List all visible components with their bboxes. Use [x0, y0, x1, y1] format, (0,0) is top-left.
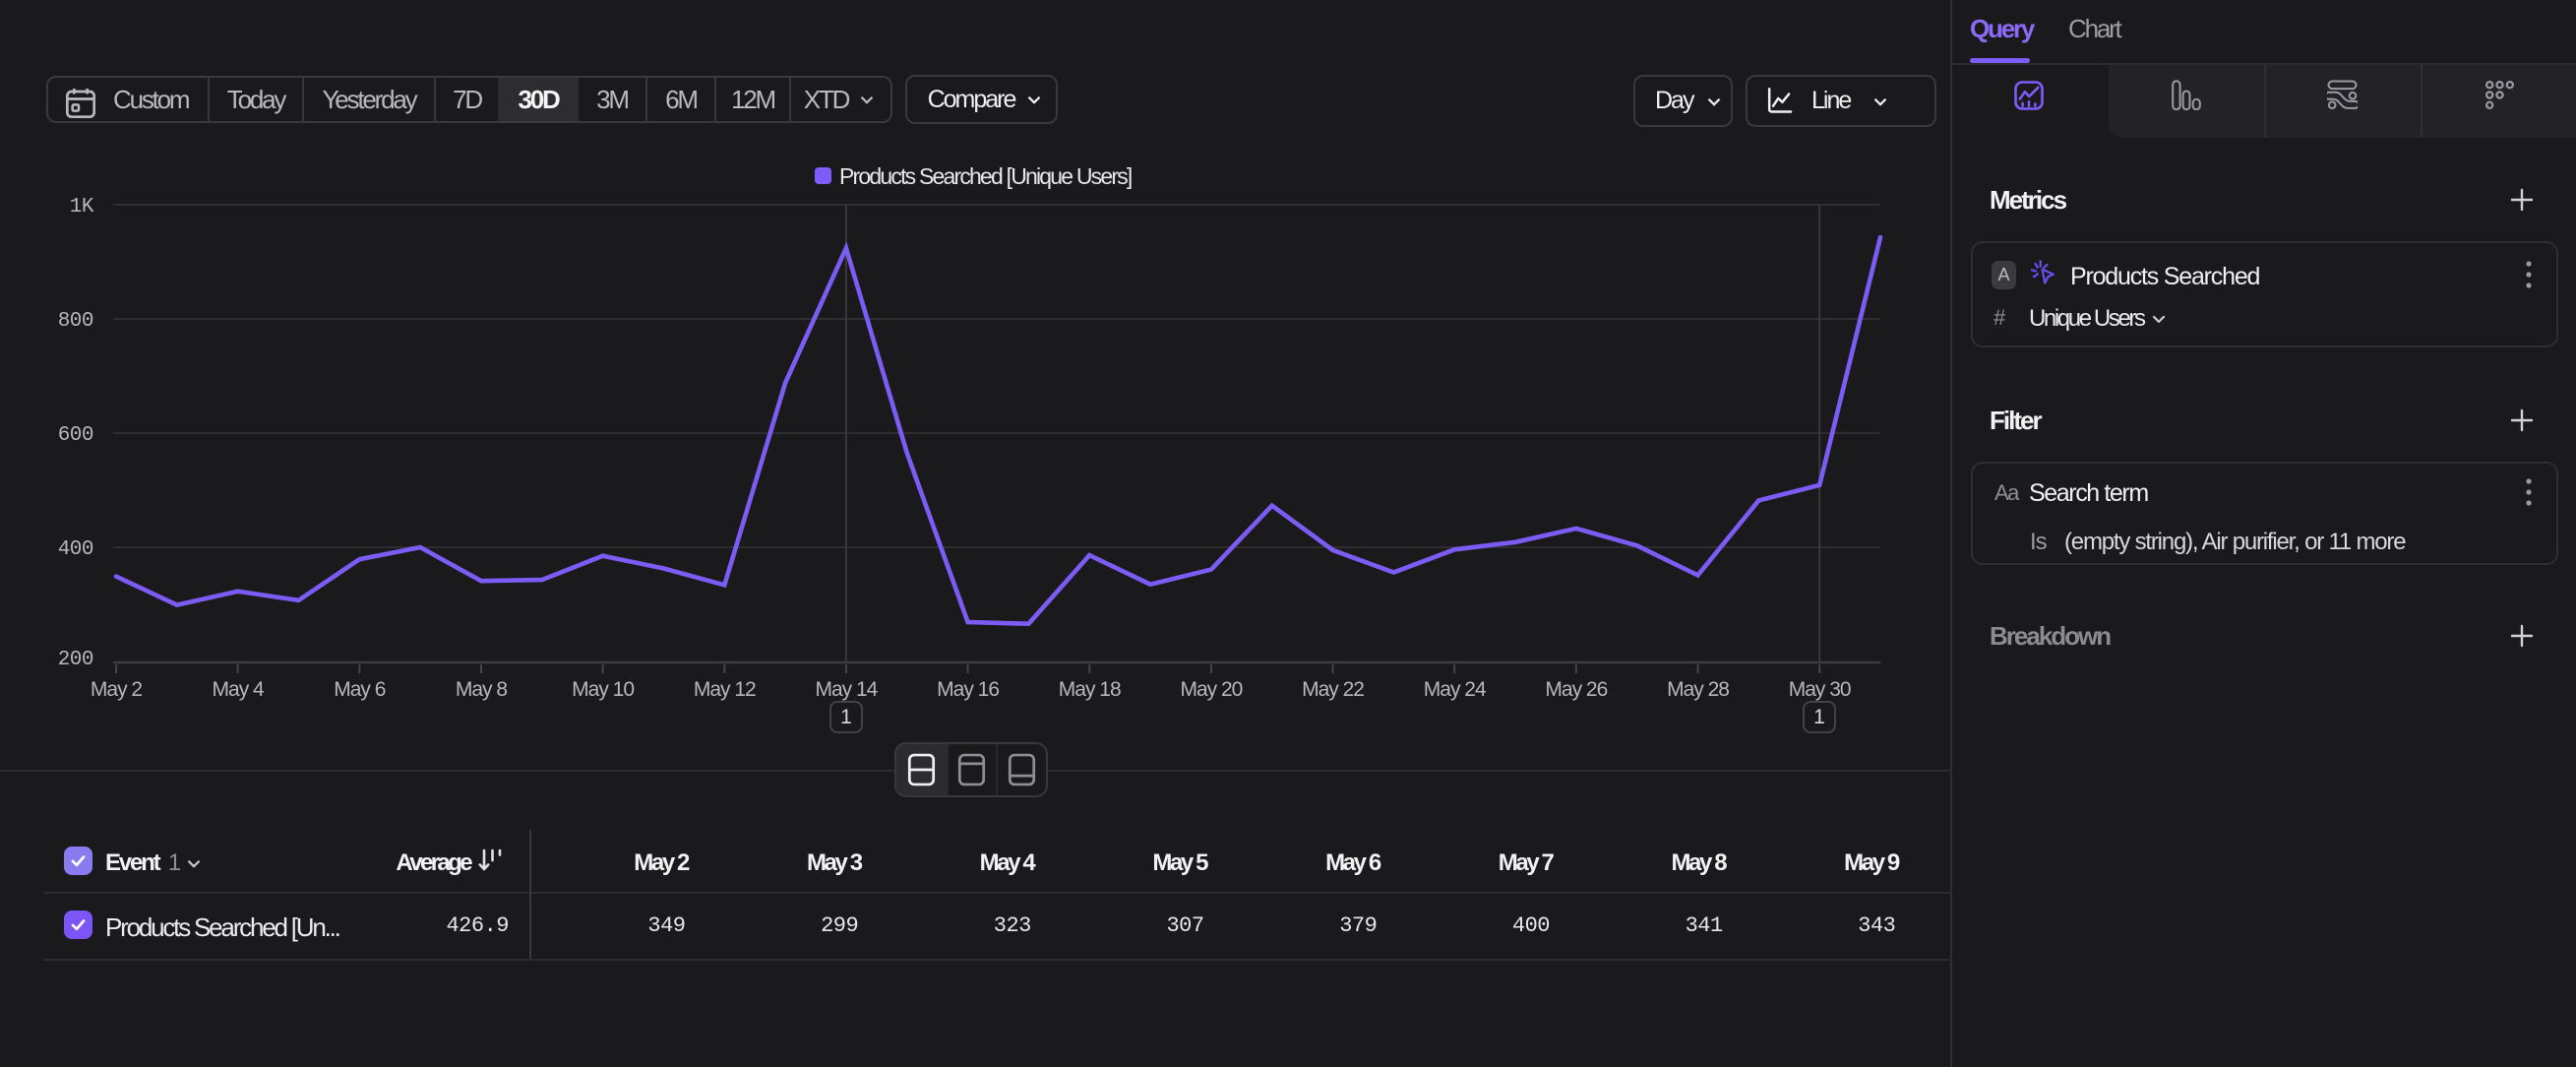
svg-text:May 8: May 8 — [456, 678, 508, 701]
svg-text:May 12: May 12 — [694, 678, 756, 701]
svg-text:May 14: May 14 — [815, 678, 878, 701]
svg-text:May 30: May 30 — [1789, 678, 1851, 701]
svg-text:May 24: May 24 — [1424, 678, 1487, 701]
svg-text:400: 400 — [58, 538, 93, 561]
svg-text:May 10: May 10 — [572, 678, 634, 701]
svg-text:May 6: May 6 — [334, 678, 386, 701]
svg-text:800: 800 — [58, 310, 93, 333]
svg-text:May 26: May 26 — [1545, 678, 1607, 701]
svg-text:May 4: May 4 — [213, 678, 266, 701]
svg-text:May 20: May 20 — [1180, 678, 1242, 701]
svg-text:1K: 1K — [70, 196, 94, 219]
svg-text:May 22: May 22 — [1302, 678, 1364, 701]
svg-text:May 2: May 2 — [91, 678, 143, 701]
svg-text:May 16: May 16 — [937, 678, 999, 701]
svg-text:600: 600 — [58, 424, 93, 447]
svg-text:May 18: May 18 — [1059, 678, 1121, 701]
svg-text:May 28: May 28 — [1667, 678, 1729, 701]
svg-text:200: 200 — [58, 649, 93, 671]
